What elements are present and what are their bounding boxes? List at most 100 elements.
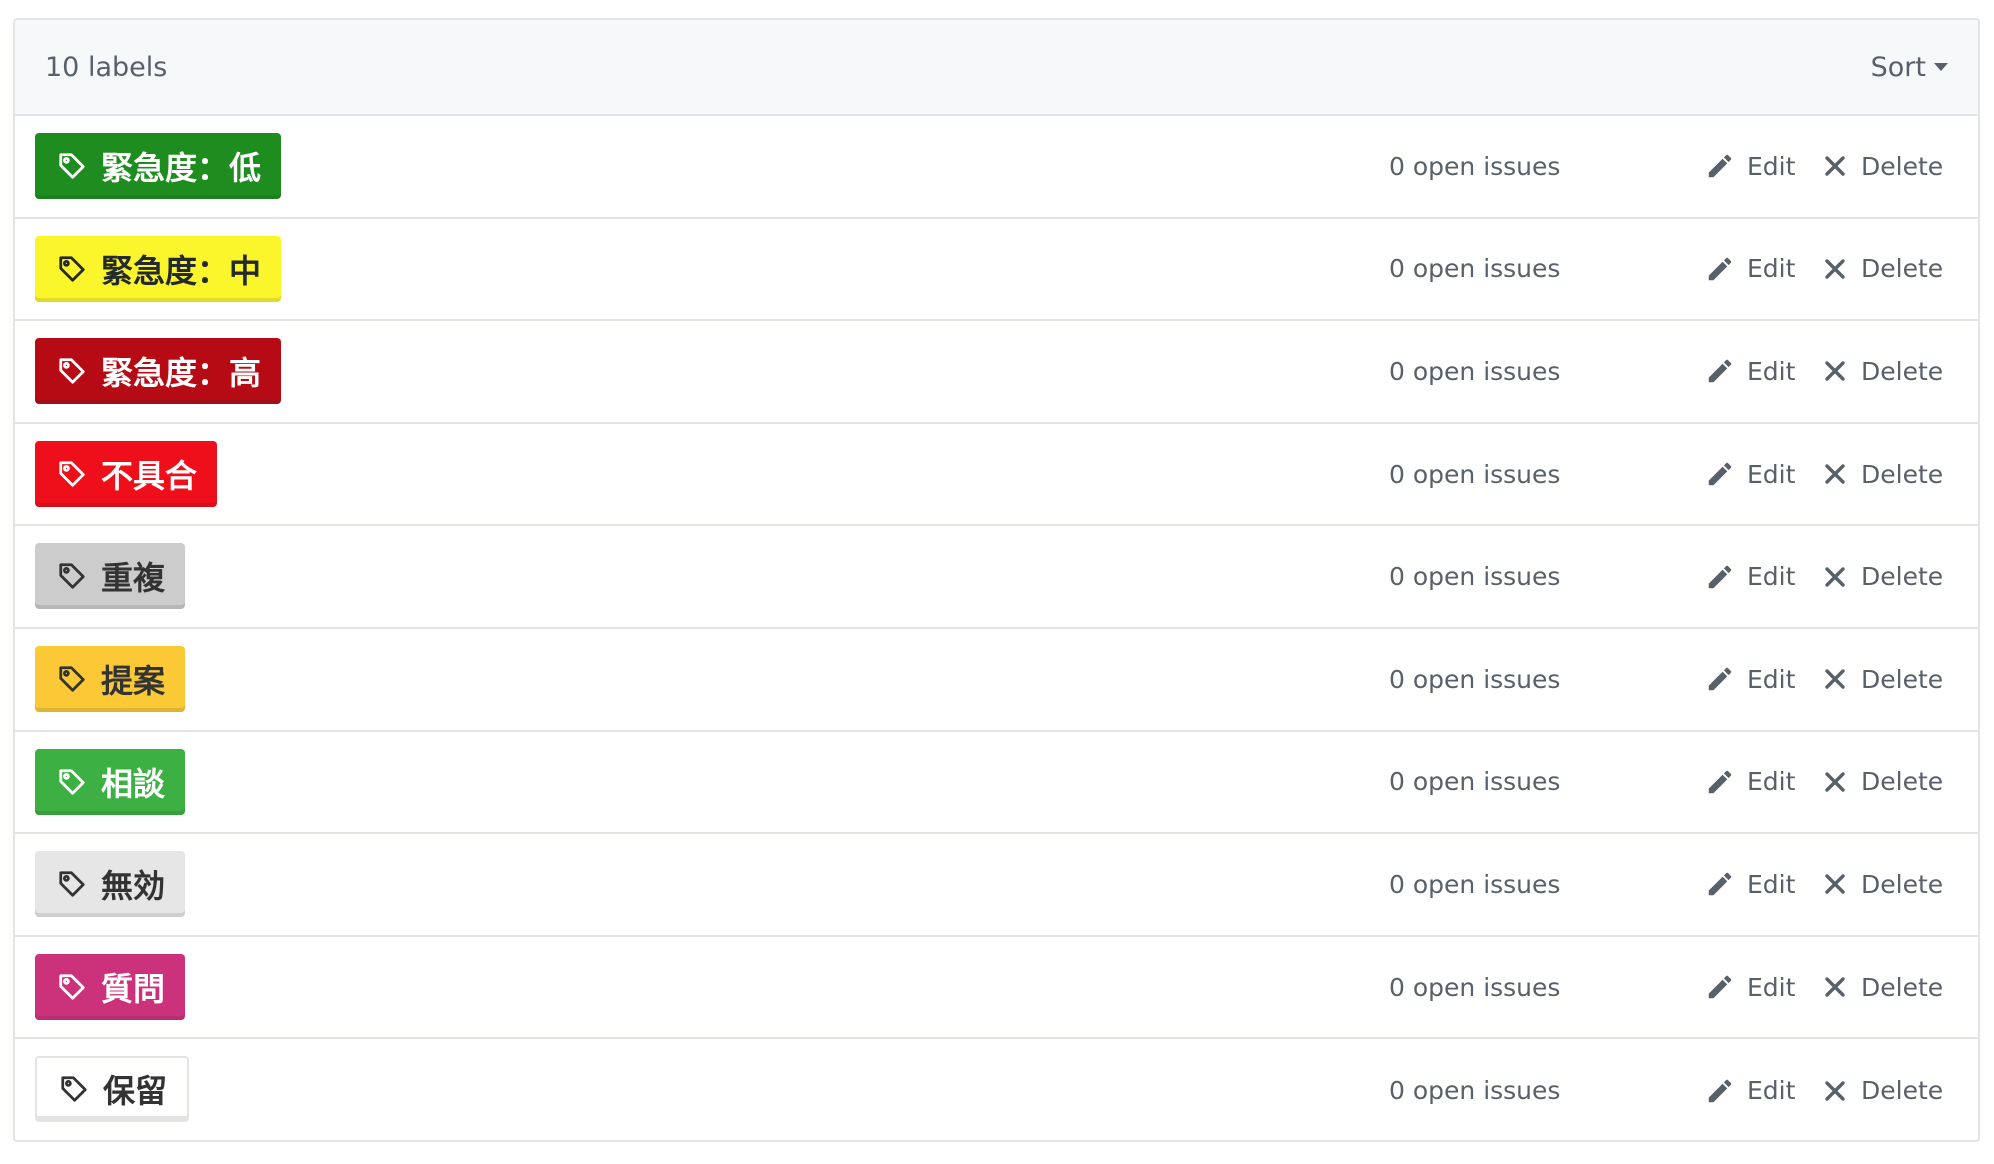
edit-button[interactable]: Edit: [1705, 356, 1795, 386]
delete-label: Delete: [1861, 869, 1944, 899]
open-issues-link[interactable]: 0 open issues: [1389, 973, 1560, 1002]
open-issues-link[interactable]: 0 open issues: [1389, 665, 1560, 694]
tag-icon: [57, 767, 101, 797]
edit-label: Edit: [1747, 356, 1796, 386]
delete-button[interactable]: Delete: [1823, 562, 1943, 591]
label-row: 相談 0 open issues Edit Delete: [15, 732, 1978, 835]
edit-button[interactable]: Edit: [1705, 664, 1795, 694]
label-badge[interactable]: 相談: [35, 748, 186, 815]
open-issues-link[interactable]: 0 open issues: [1389, 767, 1560, 796]
edit-label: Edit: [1747, 869, 1796, 899]
pencil-icon: [1705, 356, 1747, 386]
delete-button[interactable]: Delete: [1823, 767, 1943, 796]
delete-button[interactable]: Delete: [1823, 254, 1943, 283]
edit-button[interactable]: Edit: [1705, 254, 1795, 284]
tag-icon: [57, 561, 101, 591]
label-row: 緊急度：高 0 open issues Edit Delete: [15, 321, 1978, 424]
open-issues-link[interactable]: 0 open issues: [1389, 357, 1560, 386]
x-icon: [1823, 462, 1861, 486]
x-icon: [1823, 770, 1861, 794]
label-name: 重複: [101, 559, 166, 598]
edit-label: Edit: [1747, 562, 1796, 592]
edit-label: Edit: [1747, 767, 1796, 797]
tag-icon: [57, 254, 101, 284]
x-icon: [1823, 565, 1861, 589]
pencil-icon: [1705, 972, 1747, 1002]
sort-label: Sort: [1870, 51, 1926, 83]
label-badge[interactable]: 緊急度：低: [35, 133, 282, 199]
delete-button[interactable]: Delete: [1823, 1076, 1943, 1105]
x-icon: [1823, 975, 1861, 999]
label-row: 不具合 0 open issues Edit Delete: [15, 424, 1978, 527]
label-name: 緊急度：低: [101, 149, 262, 187]
x-icon: [1823, 872, 1861, 896]
label-name: 提案: [101, 661, 166, 700]
edit-button[interactable]: Edit: [1705, 1076, 1795, 1106]
open-issues-link[interactable]: 0 open issues: [1389, 870, 1560, 899]
edit-button[interactable]: Edit: [1705, 151, 1795, 181]
label-badge[interactable]: 重複: [35, 543, 186, 610]
pencil-icon: [1705, 664, 1747, 694]
delete-label: Delete: [1861, 151, 1944, 181]
x-icon: [1823, 154, 1861, 178]
tag-icon: [59, 1074, 103, 1104]
label-badge[interactable]: 提案: [35, 645, 186, 712]
label-badge[interactable]: 質問: [35, 953, 186, 1020]
label-badge[interactable]: 緊急度：中: [35, 235, 282, 302]
open-issues-link[interactable]: 0 open issues: [1389, 562, 1560, 591]
edit-button[interactable]: Edit: [1705, 562, 1795, 592]
labels-header: 10 labels Sort: [15, 20, 1978, 116]
edit-button[interactable]: Edit: [1705, 972, 1795, 1002]
tag-icon: [57, 459, 101, 489]
label-row: 緊急度：中 0 open issues Edit Delete: [15, 219, 1978, 322]
delete-label: Delete: [1861, 972, 1944, 1002]
delete-button[interactable]: Delete: [1823, 152, 1943, 181]
tag-icon: [57, 664, 101, 694]
label-badge[interactable]: 保留: [35, 1056, 190, 1123]
delete-label: Delete: [1861, 459, 1944, 489]
edit-label: Edit: [1747, 1076, 1796, 1106]
open-issues-link[interactable]: 0 open issues: [1389, 1076, 1560, 1105]
pencil-icon: [1705, 151, 1747, 181]
label-row: 提案 0 open issues Edit Delete: [15, 629, 1978, 732]
delete-label: Delete: [1861, 664, 1944, 694]
edit-button[interactable]: Edit: [1705, 459, 1795, 489]
delete-button[interactable]: Delete: [1823, 460, 1943, 489]
label-badge[interactable]: 不具合: [35, 440, 218, 507]
tag-icon: [57, 151, 101, 181]
x-icon: [1823, 1079, 1861, 1103]
delete-button[interactable]: Delete: [1823, 973, 1943, 1002]
delete-button[interactable]: Delete: [1823, 870, 1943, 899]
x-icon: [1823, 257, 1861, 281]
pencil-icon: [1705, 562, 1747, 592]
delete-button[interactable]: Delete: [1823, 665, 1943, 694]
label-name: 緊急度：中: [101, 251, 262, 290]
edit-label: Edit: [1747, 459, 1796, 489]
open-issues-link[interactable]: 0 open issues: [1389, 254, 1560, 283]
label-name: 緊急度：高: [101, 354, 262, 393]
label-name: 質問: [101, 969, 166, 1008]
delete-label: Delete: [1861, 356, 1944, 386]
labels-count: 10 labels: [45, 51, 168, 83]
label-name: 相談: [101, 764, 166, 803]
label-row: 保留 0 open issues Edit Delete: [15, 1039, 1978, 1140]
label-badge[interactable]: 緊急度：高: [35, 338, 282, 405]
sort-dropdown[interactable]: Sort: [1871, 52, 1948, 83]
label-name: 不具合: [101, 456, 198, 495]
edit-label: Edit: [1747, 972, 1796, 1002]
open-issues-link[interactable]: 0 open issues: [1389, 460, 1560, 489]
pencil-icon: [1705, 1076, 1747, 1106]
label-row: 緊急度：低 0 open issues Edit Delete: [15, 116, 1978, 219]
label-list: 緊急度：低 0 open issues Edit Delete 緊急度：中 0 open …: [15, 116, 1978, 1140]
tag-icon: [57, 972, 101, 1002]
edit-button[interactable]: Edit: [1705, 767, 1795, 797]
delete-button[interactable]: Delete: [1823, 357, 1943, 386]
label-badge[interactable]: 無効: [35, 851, 186, 918]
edit-label: Edit: [1747, 151, 1796, 181]
delete-label: Delete: [1861, 1076, 1944, 1106]
open-issues-link[interactable]: 0 open issues: [1389, 152, 1560, 181]
labels-panel: 10 labels Sort 緊急度：低 0 open issues Edit Del…: [13, 18, 1980, 1142]
delete-label: Delete: [1861, 767, 1944, 797]
edit-button[interactable]: Edit: [1705, 869, 1795, 899]
label-row: 質問 0 open issues Edit Delete: [15, 937, 1978, 1040]
